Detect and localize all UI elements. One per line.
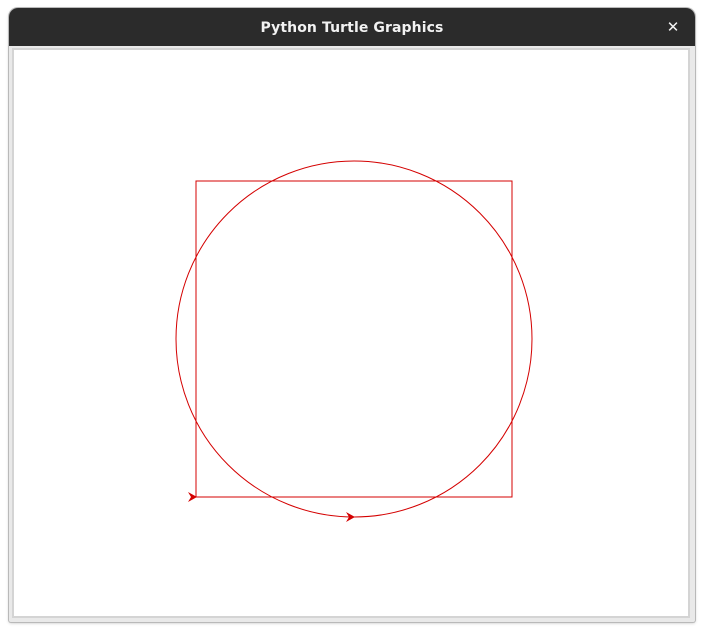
turtle-window: Python Turtle Graphics ✕ <box>9 8 695 622</box>
window-title: Python Turtle Graphics <box>260 20 444 36</box>
turtle-drawing <box>175 160 533 522</box>
turtle-canvas-area[interactable] <box>12 48 690 618</box>
close-button[interactable]: ✕ <box>663 17 683 37</box>
circle-shape <box>175 160 533 518</box>
square-shape <box>195 180 513 498</box>
title-bar[interactable]: Python Turtle Graphics ✕ <box>9 8 695 46</box>
